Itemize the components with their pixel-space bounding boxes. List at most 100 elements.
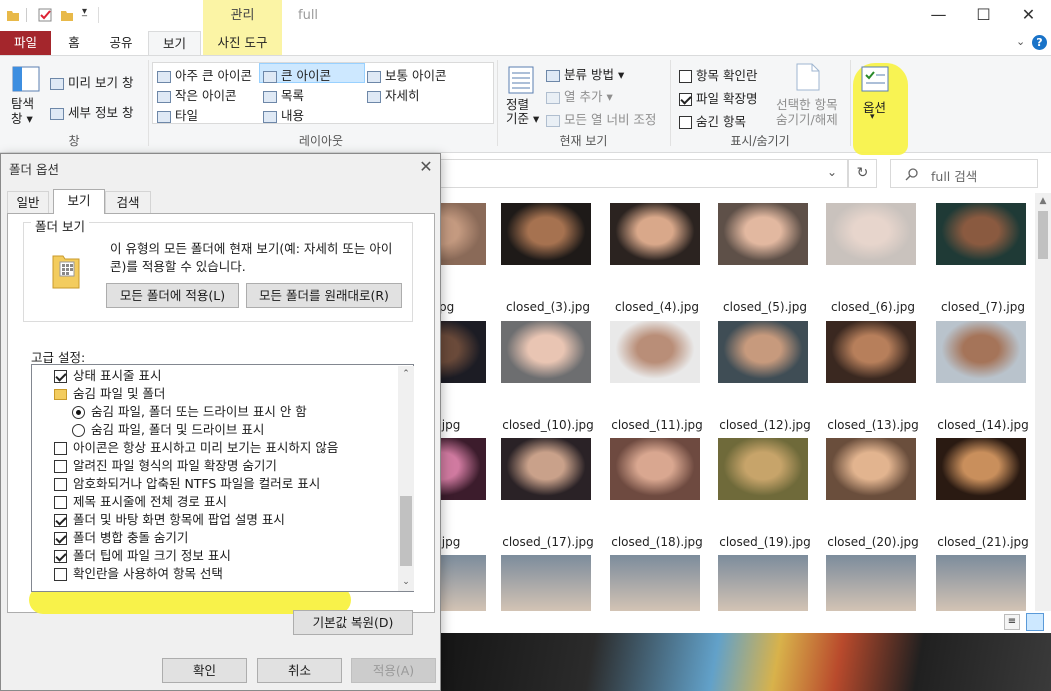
setting-row[interactable]: 아이콘은 항상 표시하고 미리 보기는 표시하지 않음 [54, 439, 338, 457]
ok-button[interactable]: 확인 [162, 658, 247, 683]
file-name[interactable]: closed_(11).jpg [602, 418, 712, 432]
setting-checkbox[interactable] [54, 478, 67, 491]
file-view-scrollbar[interactable]: ▲ [1035, 193, 1051, 611]
layout-large-icons[interactable]: 큰 아이콘 [259, 63, 365, 83]
cancel-button[interactable]: 취소 [257, 658, 342, 683]
setting-checkbox[interactable] [54, 496, 67, 509]
layout-details[interactable]: 자세히 [367, 85, 420, 104]
details-pane-button[interactable]: 세부 정보 창 [50, 102, 133, 121]
new-folder-icon[interactable] [60, 7, 74, 23]
restore-defaults-button[interactable]: 기본값 복원(D) [293, 610, 413, 635]
setting-row[interactable]: 확인란을 사용하여 항목 선택 [54, 565, 223, 583]
scroll-up-icon[interactable]: ⌃ [398, 366, 414, 382]
setting-row[interactable]: 폴더 및 바탕 화면 항목에 팝업 설명 표시 [54, 511, 285, 529]
setting-row[interactable]: 상태 표시줄 표시 [54, 367, 161, 385]
image-thumbnail[interactable] [440, 555, 486, 615]
file-name[interactable]: closed_(5).jpg [710, 300, 820, 314]
setting-radio[interactable] [72, 424, 85, 437]
image-thumbnail[interactable] [440, 438, 486, 500]
image-thumbnail[interactable] [826, 203, 916, 265]
setting-checkbox[interactable] [54, 460, 67, 473]
advanced-settings-list[interactable]: ⌃ ⌄ 상태 표시줄 표시 숨김 파일 및 폴더 숨김 파일, 폴더 또는 드라이브… [31, 364, 414, 592]
file-name[interactable]: closed_(21).jpg [928, 535, 1035, 549]
address-dropdown-icon[interactable]: ⌄ [827, 165, 837, 179]
file-name[interactable]: closed_(20).jpg [818, 535, 928, 549]
file-name[interactable]: closed_(6).jpg [818, 300, 928, 314]
image-thumbnail[interactable] [501, 438, 591, 500]
dialog-tab-view[interactable]: 보기 [53, 189, 105, 214]
layout-extra-large-icons[interactable]: 아주 큰 아이콘 [157, 65, 252, 84]
apply-to-folders-button[interactable]: 모든 폴더에 적용(L) [106, 283, 239, 308]
image-thumbnail[interactable] [826, 555, 916, 615]
layout-list[interactable]: 목록 [263, 85, 304, 104]
setting-checkbox[interactable] [54, 568, 67, 581]
file-name[interactable]: closed_(17).jpg [493, 535, 603, 549]
tab-file[interactable]: 파일 [0, 31, 51, 55]
file-name[interactable]: .jpg [440, 300, 498, 314]
search-box[interactable]: full 검색 [890, 159, 1038, 188]
setting-checkbox[interactable] [54, 550, 67, 563]
image-thumbnail[interactable] [936, 555, 1026, 615]
details-view-icon[interactable]: ≡ [1004, 614, 1020, 630]
tab-view[interactable]: 보기 [148, 31, 201, 56]
file-view[interactable]: .jpgclosed_(3).jpgclosed_(4).jpgclosed_(… [440, 193, 1035, 633]
hidden-items-checkbox[interactable] [679, 116, 692, 129]
dialog-tab-search[interactable]: 검색 [105, 191, 151, 213]
setting-row[interactable]: 암호화되거나 압축된 NTFS 파일을 컬러로 표시 [54, 475, 320, 493]
reset-folders-button[interactable]: 모든 폴더를 원래대로(R) [246, 283, 402, 308]
file-extensions-toggle[interactable]: 파일 확장명 [679, 88, 757, 107]
item-checkboxes-toggle[interactable]: 항목 확인란 [679, 65, 757, 84]
setting-row[interactable]: 숨김 파일, 폴더 및 드라이브 표시 [72, 421, 264, 439]
fit-columns-button[interactable]: 모든 열 너비 조정 [546, 109, 656, 128]
scroll-thumb[interactable] [1038, 211, 1048, 259]
setting-row[interactable]: 제목 표시줄에 전체 경로 표시 [54, 493, 227, 511]
image-thumbnail[interactable] [718, 555, 808, 615]
image-thumbnail[interactable] [936, 203, 1026, 265]
file-name[interactable]: 0).jpg [440, 418, 498, 432]
close-button[interactable]: ✕ [1006, 0, 1051, 31]
image-thumbnail[interactable] [501, 203, 591, 265]
layout-small-icons[interactable]: 작은 아이콘 [157, 85, 236, 104]
file-name[interactable]: closed_(14).jpg [928, 418, 1035, 432]
setting-row[interactable]: 알려진 파일 형식의 파일 확장명 숨기기 [54, 457, 277, 475]
layout-tiles[interactable]: 타일 [157, 105, 198, 124]
setting-row[interactable]: 폴더 병합 충돌 숨기기 [54, 529, 188, 547]
file-name[interactable]: closed_(19).jpg [710, 535, 820, 549]
setting-checkbox[interactable] [54, 442, 67, 455]
image-thumbnail[interactable] [718, 438, 808, 500]
image-thumbnail[interactable] [826, 438, 916, 500]
nav-pane-button[interactable]: 탐색 창 ▾ [8, 64, 44, 130]
image-thumbnail[interactable] [610, 438, 700, 500]
image-thumbnail[interactable] [440, 321, 486, 383]
tab-home[interactable]: 홈 [56, 31, 92, 55]
layout-medium-icons[interactable]: 보통 아이콘 [367, 65, 446, 84]
group-by-button[interactable]: 분류 방법 ▾ [546, 64, 624, 83]
dialog-close-button[interactable]: ✕ [415, 156, 437, 178]
help-icon[interactable]: ? [1032, 35, 1047, 50]
setting-checkbox[interactable] [54, 532, 67, 545]
image-thumbnail[interactable] [610, 203, 700, 265]
file-extensions-checkbox[interactable] [679, 93, 692, 106]
file-name[interactable]: 6).jpg [440, 535, 498, 549]
minimize-ribbon-icon[interactable]: ⌄ [1016, 35, 1025, 48]
image-thumbnail[interactable] [826, 321, 916, 383]
setting-checkbox[interactable] [54, 514, 67, 527]
hidden-items-toggle[interactable]: 숨긴 항목 [679, 111, 746, 130]
address-bar[interactable]: ⌄ [440, 159, 848, 188]
add-columns-button[interactable]: 열 추가 ▾ [546, 86, 613, 105]
folder-icon[interactable] [6, 7, 20, 23]
image-thumbnail[interactable] [936, 321, 1026, 383]
preview-pane-button[interactable]: 미리 보기 창 [50, 72, 133, 91]
file-name[interactable]: closed_(4).jpg [602, 300, 712, 314]
tab-share[interactable]: 공유 [100, 31, 142, 55]
setting-radio[interactable] [72, 406, 85, 419]
file-name[interactable]: closed_(3).jpg [493, 300, 603, 314]
dialog-tab-general[interactable]: 일반 [7, 191, 49, 213]
setting-row[interactable]: 폴더 팁에 파일 크기 정보 표시 [54, 547, 231, 565]
tab-picture-tools[interactable]: 사진 도구 [203, 31, 282, 55]
scroll-down-icon[interactable]: ⌄ [398, 574, 414, 590]
image-thumbnail[interactable] [610, 555, 700, 615]
search-input[interactable]: full 검색 [931, 166, 977, 185]
maximize-button[interactable]: ☐ [961, 0, 1006, 31]
file-name[interactable]: closed_(18).jpg [602, 535, 712, 549]
